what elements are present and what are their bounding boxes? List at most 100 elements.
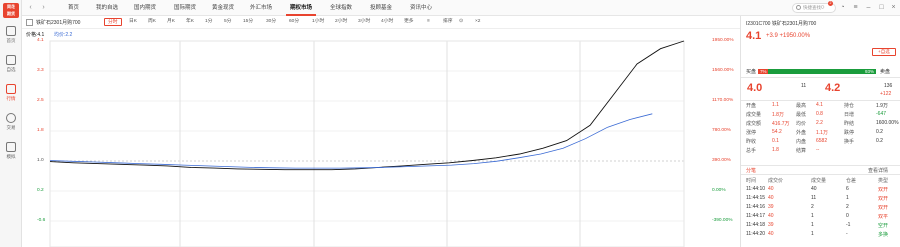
stat-label: 内盘 xyxy=(796,139,807,145)
change-pct: +1950.00% xyxy=(779,33,811,39)
sidebar-item-sim[interactable]: 模拟 xyxy=(0,142,22,168)
sell-pct: 93% xyxy=(865,69,875,74)
forward-icon[interactable]: › xyxy=(39,3,48,12)
change-value: +3.9 xyxy=(766,33,778,39)
period-6[interactable]: 5分 xyxy=(221,18,234,26)
tick-row: 11:44:10 40 40 6 双开 xyxy=(746,186,898,194)
stat-label: 开盘 xyxy=(746,103,757,109)
sidebar-item-home[interactable]: 首页 xyxy=(0,26,22,52)
tick-cell: 39 xyxy=(768,204,774,210)
period-7[interactable]: 15分 xyxy=(240,18,256,26)
chart-toolbar: 铁矿石2301月购700 分时 日K 周K 月K 年K 1分 5分 15分 30分 60分 1小时 2… xyxy=(22,16,740,29)
divider xyxy=(741,77,900,78)
tool-3[interactable]: ×2 xyxy=(472,18,483,26)
top-nav: ‹ › 首页 我的自选 国内期货 国际期货 黄金现货 外汇市场 期权市场 全球指数 投顾基金 资讯… xyxy=(22,0,900,16)
sell-label: 卖盘 xyxy=(880,69,891,75)
sidebar-item-quotes[interactable]: 行情 xyxy=(0,84,22,110)
tick-cell: 双平 xyxy=(878,214,889,220)
tab-0[interactable]: 首页 xyxy=(64,0,83,16)
tick-cell: 11 xyxy=(811,195,817,201)
stat-value: 1.9万 xyxy=(876,103,888,109)
tick-row: 11:44:15 40 11 1 双开 xyxy=(746,195,898,203)
app-logo[interactable]: 同花 期货 xyxy=(3,3,19,18)
period-9[interactable]: 60分 xyxy=(286,18,302,26)
quote-panel: I2301C700 铁矿石2301月购700 4.1 +3.9 +1950.00… xyxy=(740,16,900,247)
minimize-icon[interactable]: – xyxy=(864,3,873,12)
user-icon[interactable]: ○ xyxy=(818,3,827,12)
tool-1[interactable]: 排序 xyxy=(440,18,456,26)
bid-price: 4.0 xyxy=(747,82,763,94)
sidebar-item-trade[interactable]: 交易 xyxy=(0,113,22,139)
tick-cell: 1 xyxy=(811,213,814,219)
period-10[interactable]: 1小时 xyxy=(309,18,327,26)
tab-6[interactable]: 期权市场 xyxy=(286,0,317,16)
trade-icon xyxy=(6,113,16,123)
tab-8[interactable]: 投顾基金 xyxy=(366,0,396,16)
stat-value: 1.8 xyxy=(772,147,779,153)
tab-ticks[interactable]: 分笔 xyxy=(746,167,756,174)
stat-value: 1600.00% xyxy=(876,120,899,126)
tick-row: 11:44:18 39 1 -1 空开 xyxy=(746,222,898,230)
ask-price: 4.2 xyxy=(825,82,841,94)
tab-2[interactable]: 国内期货 xyxy=(130,0,160,16)
tab-3[interactable]: 国际期货 xyxy=(170,0,200,16)
intraday-chart[interactable]: 价格:4.1 均价:2.2 4.1 1950.00% 3.3 1560.00% 2.5 1… xyxy=(22,29,740,247)
stat-label: 涨停 xyxy=(746,130,757,136)
period-1[interactable]: 日K xyxy=(126,18,140,26)
tick-cell: 6 xyxy=(846,186,849,192)
sim-icon xyxy=(6,142,16,152)
tick-cell: 11:44:18 xyxy=(746,222,766,228)
instrument-code: I2301C700 xyxy=(746,21,771,27)
menu-icon[interactable]: ≡ xyxy=(851,3,860,12)
stock-switch-icon[interactable] xyxy=(26,19,33,26)
view-detail-link[interactable]: 查看详情 xyxy=(868,167,888,174)
tab-1[interactable]: 我的自选 xyxy=(92,0,122,16)
ask-volume-change: +122 xyxy=(880,91,892,97)
tab-9[interactable]: 资讯中心 xyxy=(406,0,436,16)
tab-5[interactable]: 外汇市场 xyxy=(246,0,276,16)
tick-cell: 39 xyxy=(768,222,774,228)
sidebar-label: 自选 xyxy=(6,67,16,72)
stat-label: 外盘 xyxy=(796,130,807,136)
tool-0[interactable]: ≡ xyxy=(424,18,433,26)
price-line xyxy=(49,40,685,171)
period-3[interactable]: 月K xyxy=(164,18,178,26)
price-change: +3.9 +1950.00% xyxy=(766,33,810,39)
period-11[interactable]: 2小时 xyxy=(332,18,350,26)
y-tick-label: 0.2 xyxy=(37,188,44,193)
tick-cell: 双开 xyxy=(878,196,889,202)
sidebar-item-watchlist[interactable]: 自选 xyxy=(0,55,22,81)
col-type: 类型 xyxy=(878,178,889,184)
tick-cell: 40 xyxy=(768,231,774,237)
y-tick-label: 1.0 xyxy=(37,158,44,163)
stat-label: 最低 xyxy=(796,112,807,118)
instrument-code-name: I2301C700 铁矿石2301月购700 xyxy=(746,20,816,27)
maximize-icon[interactable]: □ xyxy=(877,3,886,12)
period-5[interactable]: 1分 xyxy=(202,18,215,26)
stat-value: 0.2 xyxy=(876,129,883,135)
col-volume: 成交量 xyxy=(811,178,827,184)
search-icon xyxy=(796,5,801,10)
tab-4[interactable]: 黄金现货 xyxy=(208,0,238,16)
close-icon[interactable]: × xyxy=(889,3,898,12)
plot-frame xyxy=(49,40,685,247)
y-tick-pct: 1560.00% xyxy=(712,68,734,73)
tab-7[interactable]: 全球指数 xyxy=(326,0,356,16)
logo-line1: 同花 xyxy=(7,4,15,9)
add-watchlist-button[interactable]: +自选 xyxy=(872,48,896,56)
tool-2[interactable]: ⊙ xyxy=(456,18,466,26)
stat-label: 成交额 xyxy=(746,121,762,127)
stat-label: 总手 xyxy=(746,148,757,154)
period-0[interactable]: 分时 xyxy=(104,18,122,26)
period-4[interactable]: 年K xyxy=(183,18,197,26)
stat-value: 1.1万 xyxy=(816,130,828,136)
tick-cell: 1 xyxy=(846,195,849,201)
period-12[interactable]: 3小时 xyxy=(355,18,373,26)
period-2[interactable]: 周K xyxy=(145,18,159,26)
period-8[interactable]: 30分 xyxy=(263,18,279,26)
stat-label: 昨收 xyxy=(746,139,757,145)
back-icon[interactable]: ‹ xyxy=(26,3,35,12)
bell-icon[interactable]: ◔ xyxy=(838,3,847,12)
period-13[interactable]: 4小时 xyxy=(378,18,396,26)
period-14[interactable]: 更多 xyxy=(401,18,417,26)
